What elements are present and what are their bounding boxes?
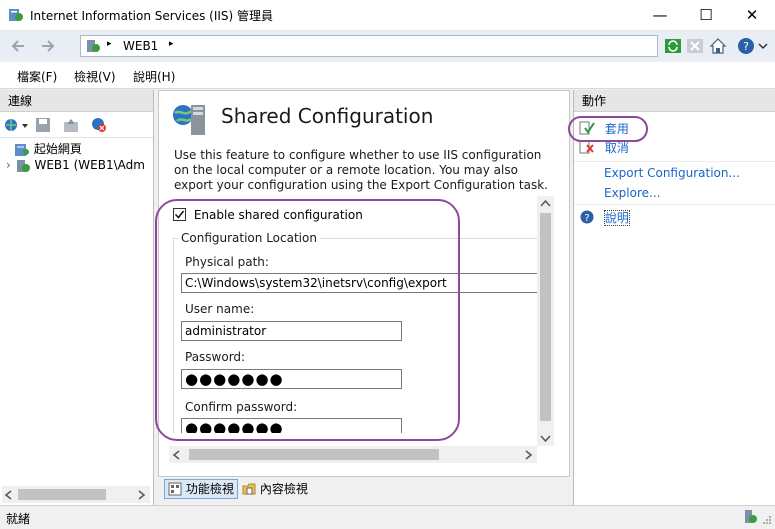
server-icon (16, 159, 30, 172)
highlight-annotation (155, 199, 460, 441)
tree-item-start-page[interactable]: 起始網頁 (14, 140, 82, 157)
svg-text:?: ? (584, 213, 589, 224)
save-icon[interactable] (35, 117, 51, 133)
connections-title: 連線 (0, 90, 153, 112)
scroll-down-icon[interactable] (540, 433, 551, 443)
forward-arrow-icon (42, 40, 55, 52)
back-button[interactable] (6, 35, 32, 57)
iis-app-icon (9, 9, 23, 21)
breadcrumb-separator: ▸ (107, 39, 112, 49)
content-view-label: 內容檢視 (259, 482, 308, 496)
tree-item-label: WEB1 (WEB1\Adm (34, 158, 145, 172)
close-button[interactable]: ✕ (729, 0, 775, 30)
export-configuration-link[interactable]: Export Configuration... (604, 166, 740, 180)
connections-hscrollbar[interactable] (2, 486, 150, 503)
content-view-icon (242, 483, 256, 495)
actions-divider (574, 161, 775, 162)
maximize-button[interactable]: ☐ (683, 0, 729, 30)
view-switcher: 功能檢視 內容檢視 (158, 478, 568, 502)
svg-text:?: ? (743, 40, 749, 53)
help-label: 說明 (603, 210, 630, 226)
refresh-icon[interactable] (664, 37, 682, 55)
scroll-up-icon[interactable] (540, 199, 551, 209)
up-level-icon[interactable] (63, 117, 79, 133)
disconnect-icon[interactable] (91, 117, 107, 133)
home-icon[interactable] (709, 37, 727, 55)
window-title: Internet Information Services (IIS) 管理員 (30, 9, 274, 23)
help-icon: ? (580, 210, 594, 224)
cancel-icon (579, 140, 594, 154)
help-action[interactable]: ? 說明 (580, 209, 630, 226)
address-box[interactable]: ▸ WEB1 ▸ (80, 35, 658, 57)
features-view-icon (168, 482, 182, 496)
feature-description: Use this feature to configure whether to… (174, 148, 548, 192)
breadcrumb-web1[interactable]: WEB1 (123, 39, 158, 53)
address-toolbar: ▸ WEB1 ▸ ? (0, 31, 775, 61)
tree-item-label: 起始網頁 (33, 142, 82, 156)
resize-grip-icon[interactable] (762, 515, 772, 525)
connect-icon[interactable] (4, 117, 20, 133)
start-page-icon (15, 143, 29, 156)
tree-expander-icon[interactable]: › (6, 158, 11, 172)
connections-pane: 連線 起始網頁 › WEB1 (WEB1\Adm (0, 90, 154, 505)
menu-file[interactable]: 檔案(F) (17, 68, 57, 85)
menu-view[interactable]: 檢視(V) (74, 68, 116, 85)
menu-help[interactable]: 說明(H) (133, 68, 175, 85)
connection-status-icon (745, 510, 757, 523)
shared-configuration-icon (173, 105, 205, 135)
cancel-label: 取消 (604, 141, 629, 155)
scroll-thumb[interactable] (540, 213, 551, 421)
forward-button[interactable] (34, 35, 60, 57)
scroll-left-icon[interactable] (4, 490, 14, 500)
features-view-label: 功能檢視 (185, 482, 234, 496)
help-dropdown-icon[interactable] (757, 37, 769, 55)
stop-icon[interactable] (686, 37, 704, 55)
explore-link[interactable]: Explore... (604, 186, 660, 200)
title-bar: Internet Information Services (IIS) 管理員 … (0, 0, 775, 31)
menu-bar: 檔案(F) 檢視(V) 說明(H) (0, 62, 775, 89)
feature-vscrollbar[interactable] (537, 196, 554, 446)
server-icon (87, 40, 100, 52)
content-view-tab[interactable]: 內容檢視 (242, 480, 308, 497)
connect-dropdown-icon[interactable] (21, 122, 29, 130)
help-icon[interactable]: ? (737, 37, 755, 55)
back-arrow-icon (11, 40, 24, 52)
tree-item-web1[interactable]: › WEB1 (WEB1\Adm (6, 158, 145, 173)
scroll-thumb[interactable] (18, 489, 106, 500)
scroll-thumb[interactable] (189, 449, 439, 460)
actions-title: 動作 (574, 90, 775, 112)
actions-pane: 動作 套用 取消 Export Configuration... Explore… (573, 90, 775, 505)
apply-highlight-annotation (568, 116, 648, 142)
feature-hscrollbar[interactable] (169, 446, 537, 463)
page-title: Shared Configuration (221, 104, 434, 128)
features-view-tab[interactable]: 功能檢視 (164, 479, 238, 499)
status-bar: 就緒 (0, 505, 775, 529)
minimize-button[interactable]: — (637, 0, 683, 30)
actions-divider (574, 204, 775, 205)
scroll-right-icon[interactable] (136, 490, 146, 500)
breadcrumb-separator[interactable]: ▸ (169, 39, 174, 49)
scroll-left-icon[interactable] (172, 450, 182, 460)
status-text: 就緒 (6, 512, 31, 526)
scroll-right-icon[interactable] (523, 450, 533, 460)
